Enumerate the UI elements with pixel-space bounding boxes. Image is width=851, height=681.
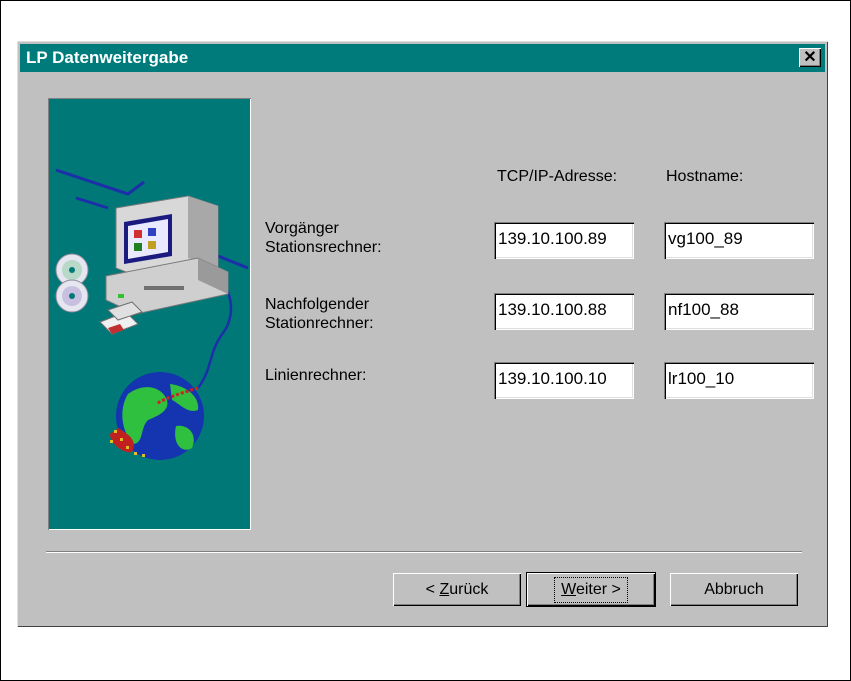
row-label-predecessor-line2: Stationsrechner: xyxy=(265,239,382,256)
button-separator xyxy=(46,551,802,553)
screenshot-frame: LP Datenweitergabe ✕ TCP/IP-Adresse: Hos… xyxy=(0,0,851,681)
close-button[interactable]: ✕ xyxy=(799,48,821,67)
back-button-label: < Zurück xyxy=(426,581,489,598)
cancel-button[interactable]: Abbruch xyxy=(670,573,798,606)
computer-network-globe-illustration xyxy=(55,168,249,460)
line-computer-hostname-input[interactable]: lr100_10 xyxy=(664,362,814,399)
next-button[interactable]: Weiter > xyxy=(527,573,655,606)
next-mnemonic: W xyxy=(561,581,576,598)
back-label-rest: urück xyxy=(449,581,489,598)
successor-ip-input[interactable]: 139.10.100.88 xyxy=(494,293,634,330)
next-label-rest: eiter > xyxy=(575,581,621,598)
wizard-illustration xyxy=(48,98,251,530)
title-bar[interactable]: LP Datenweitergabe ✕ xyxy=(20,44,825,72)
back-mnemonic: Z xyxy=(439,581,450,598)
row-label-successor-line1: Nachfolgender xyxy=(265,296,370,313)
successor-hostname-input[interactable]: nf100_88 xyxy=(664,293,814,330)
window-title: LP Datenweitergabe xyxy=(26,48,189,67)
row-label-predecessor-line1: Vorgänger xyxy=(265,220,339,237)
line-computer-ip-input[interactable]: 139.10.100.10 xyxy=(494,362,634,399)
predecessor-hostname-input[interactable]: vg100_89 xyxy=(664,222,814,259)
predecessor-ip-input[interactable]: 139.10.100.89 xyxy=(494,222,634,259)
back-arrow-text: < xyxy=(425,581,440,598)
back-button[interactable]: < Zurück xyxy=(393,573,521,606)
row-label-line-computer: Linienrechner: xyxy=(265,367,367,384)
close-icon: ✕ xyxy=(803,49,817,66)
ip-column-header: TCP/IP-Adresse: xyxy=(497,168,618,185)
row-label-successor-line2: Stationrechner: xyxy=(265,315,374,332)
next-button-label: Weiter > xyxy=(554,577,628,603)
hostname-column-header: Hostname: xyxy=(666,168,744,185)
cancel-button-label: Abbruch xyxy=(704,581,764,598)
wizard-dialog: LP Datenweitergabe ✕ TCP/IP-Adresse: Hos… xyxy=(17,41,828,627)
